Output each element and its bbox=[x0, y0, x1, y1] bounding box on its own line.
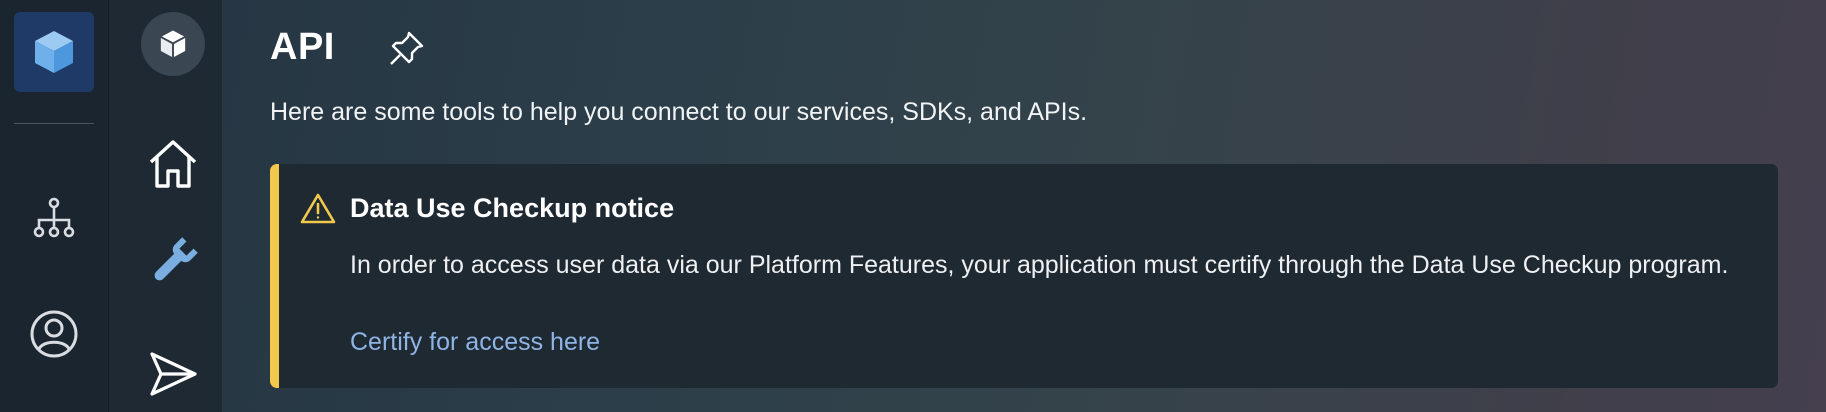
hierarchy-icon bbox=[33, 197, 75, 238]
current-app-button[interactable] bbox=[141, 12, 205, 76]
pin-button[interactable] bbox=[387, 28, 427, 68]
data-use-checkup-notice: Data Use Checkup notice In order to acce… bbox=[270, 164, 1778, 388]
page-title: API bbox=[270, 26, 335, 68]
warning-icon bbox=[300, 193, 336, 224]
notice-accent-bar bbox=[270, 164, 279, 388]
hierarchy-button[interactable] bbox=[24, 188, 84, 248]
app-cube-icon bbox=[35, 31, 73, 73]
profile-button[interactable] bbox=[24, 304, 84, 364]
nav-home[interactable] bbox=[137, 128, 209, 200]
pin-icon bbox=[390, 31, 424, 65]
wrench-icon bbox=[154, 237, 198, 281]
certify-access-link[interactable]: Certify for access here bbox=[350, 328, 600, 357]
home-icon bbox=[149, 140, 197, 188]
nav-send[interactable] bbox=[137, 338, 209, 410]
user-circle-icon bbox=[30, 310, 78, 358]
sub-navigation bbox=[109, 0, 222, 412]
app-rail bbox=[0, 0, 109, 412]
notice-body: In order to access user data via our Pla… bbox=[350, 251, 1729, 279]
nav-tools[interactable] bbox=[137, 226, 209, 298]
app-switcher-button[interactable] bbox=[14, 12, 94, 92]
page-subtitle: Here are some tools to help you connect … bbox=[270, 98, 1088, 126]
title-row: API bbox=[270, 26, 427, 69]
send-icon bbox=[150, 352, 197, 396]
notice-title: Data Use Checkup notice bbox=[350, 192, 675, 223]
rail-divider bbox=[14, 123, 94, 124]
notice-header: Data Use Checkup notice bbox=[300, 192, 674, 224]
app-cube-icon bbox=[160, 30, 186, 58]
